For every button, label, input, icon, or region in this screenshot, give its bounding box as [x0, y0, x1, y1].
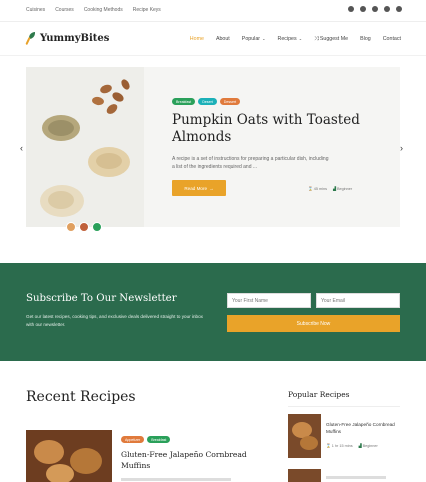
nav-home[interactable]: Home [190, 36, 204, 43]
clock-icon: ⌛ [326, 444, 331, 448]
read-more-label: Read More [184, 185, 208, 191]
site-logo[interactable]: YummyBites [25, 32, 110, 46]
nav-recipes[interactable]: Recipes ⌄ [278, 36, 303, 43]
newsletter-section: Subscribe To Our Newsletter Get our late… [0, 263, 426, 361]
popular-recipe-meta: ⌛1 hr 15 mins ▟Beginner [326, 443, 378, 448]
slider-thumb-3[interactable] [92, 222, 102, 232]
top-link-cuisines[interactable]: Cuisines [26, 7, 45, 13]
popular-recipes-title: Popular Recipes [288, 390, 350, 399]
slider-next-arrow-icon[interactable]: › [400, 143, 403, 153]
top-bar: Cuisines Courses Cooking Methods Recipe … [0, 0, 426, 22]
slider-thumb-1[interactable] [66, 222, 76, 232]
social-links [348, 6, 402, 12]
subscribe-button[interactable]: Subscribe Now [227, 315, 400, 332]
nav-suggest-me[interactable]: ⤨ Suggest Me [314, 36, 348, 43]
facebook-icon[interactable] [348, 6, 354, 12]
hero-recipe-image[interactable] [26, 67, 144, 227]
hero-time-value: 45 mins [313, 187, 328, 191]
slider-thumb-2[interactable] [79, 222, 89, 232]
email-field[interactable]: Your Email [316, 293, 400, 308]
chevron-down-icon: ⌄ [261, 36, 266, 41]
tag-desert[interactable]: Desert [198, 98, 217, 105]
popular-time-value: 1 hr 15 mins [331, 444, 353, 448]
main-nav: Home About Popular ⌄ Recipes ⌄ ⤨ Suggest… [190, 36, 401, 43]
nav-popular-label: Popular [241, 36, 261, 42]
pinterest-icon[interactable] [384, 6, 390, 12]
chevron-down-icon: ⌄ [297, 36, 303, 41]
newsletter-title: Subscribe To Our Newsletter [26, 293, 177, 304]
youtube-icon[interactable] [396, 6, 402, 12]
nav-about[interactable]: About [216, 36, 230, 43]
top-link-cooking-methods[interactable]: Cooking Methods [84, 7, 123, 13]
hero-time: ⌛45 mins [308, 186, 327, 191]
top-link-courses[interactable]: Courses [55, 7, 74, 13]
popular-level-value: Beginner [362, 444, 378, 448]
nav-blog[interactable]: Blog [360, 36, 371, 43]
recent-recipe-excerpt [121, 478, 231, 481]
tag-appetizer[interactable]: Appetizer [121, 436, 145, 443]
popular-time: ⌛1 hr 15 mins [326, 443, 353, 448]
tag-breakfast[interactable]: Breakfast [147, 436, 171, 443]
nav-recipes-label: Recipes [277, 36, 297, 42]
twitter-icon[interactable] [360, 6, 366, 12]
nav-popular[interactable]: Popular ⌄ [242, 36, 266, 43]
top-links: Cuisines Courses Cooking Methods Recipe … [26, 7, 161, 13]
popular-divider [288, 406, 400, 407]
difficulty-icon: ▟ [333, 187, 336, 191]
nav-suggest-label: Suggest Me [319, 36, 349, 42]
site-header: YummyBites Home About Popular ⌄ Recipes … [0, 22, 426, 56]
hero-excerpt: A recipe is a set of instructions for pr… [172, 156, 329, 170]
logo-text: YummyBites [40, 32, 110, 44]
recent-recipe-tags: Appetizer Breakfast [121, 436, 171, 443]
recent-recipes-title: Recent Recipes [26, 389, 136, 405]
instagram-icon[interactable] [372, 6, 378, 12]
hero-slider: Breakfast Desert Dessert Pumpkin Oats wi… [26, 67, 400, 227]
clock-icon: ⌛ [308, 187, 313, 191]
recent-recipe-image[interactable] [26, 430, 112, 482]
newsletter-text: Get our latest recipes, cooking tips, an… [26, 314, 203, 327]
popular-recipe-title[interactable]: Gluten-Free Jalapeño Cornbread Muffins [326, 421, 404, 435]
top-link-recipe-keys[interactable]: Recipe Keys [133, 7, 161, 13]
hero-content: Breakfast Desert Dessert Pumpkin Oats wi… [172, 98, 382, 171]
tag-dessert[interactable]: Dessert [219, 98, 241, 105]
slider-thumbnails [66, 222, 102, 232]
recent-recipe-title[interactable]: Gluten-Free Jalapeño Cornbread Muffins [121, 449, 271, 471]
nav-contact[interactable]: Contact [383, 36, 401, 43]
popular-level: ▟Beginner [359, 443, 378, 448]
hero-level-value: Beginner [336, 187, 353, 191]
hero-level: ▟Beginner [333, 186, 352, 191]
first-name-field[interactable]: Your First Name [227, 293, 311, 308]
logo-leaf-icon [25, 32, 36, 46]
tag-breakfast[interactable]: Breakfast [172, 98, 196, 105]
hero-tags: Breakfast Desert Dessert [172, 98, 382, 105]
hero-meta: ⌛45 mins ▟Beginner [308, 186, 352, 191]
hero-title[interactable]: Pumpkin Oats with Toasted Almonds [172, 112, 372, 146]
popular-recipe-title-2 [326, 476, 386, 479]
popular-recipe-image-2[interactable] [288, 469, 321, 482]
read-more-button[interactable]: Read More → [172, 180, 226, 196]
difficulty-icon: ▟ [358, 444, 362, 448]
arrow-right-icon: → [209, 185, 214, 191]
slider-prev-arrow-icon[interactable]: ‹ [20, 143, 23, 153]
popular-recipe-image[interactable] [288, 414, 321, 458]
